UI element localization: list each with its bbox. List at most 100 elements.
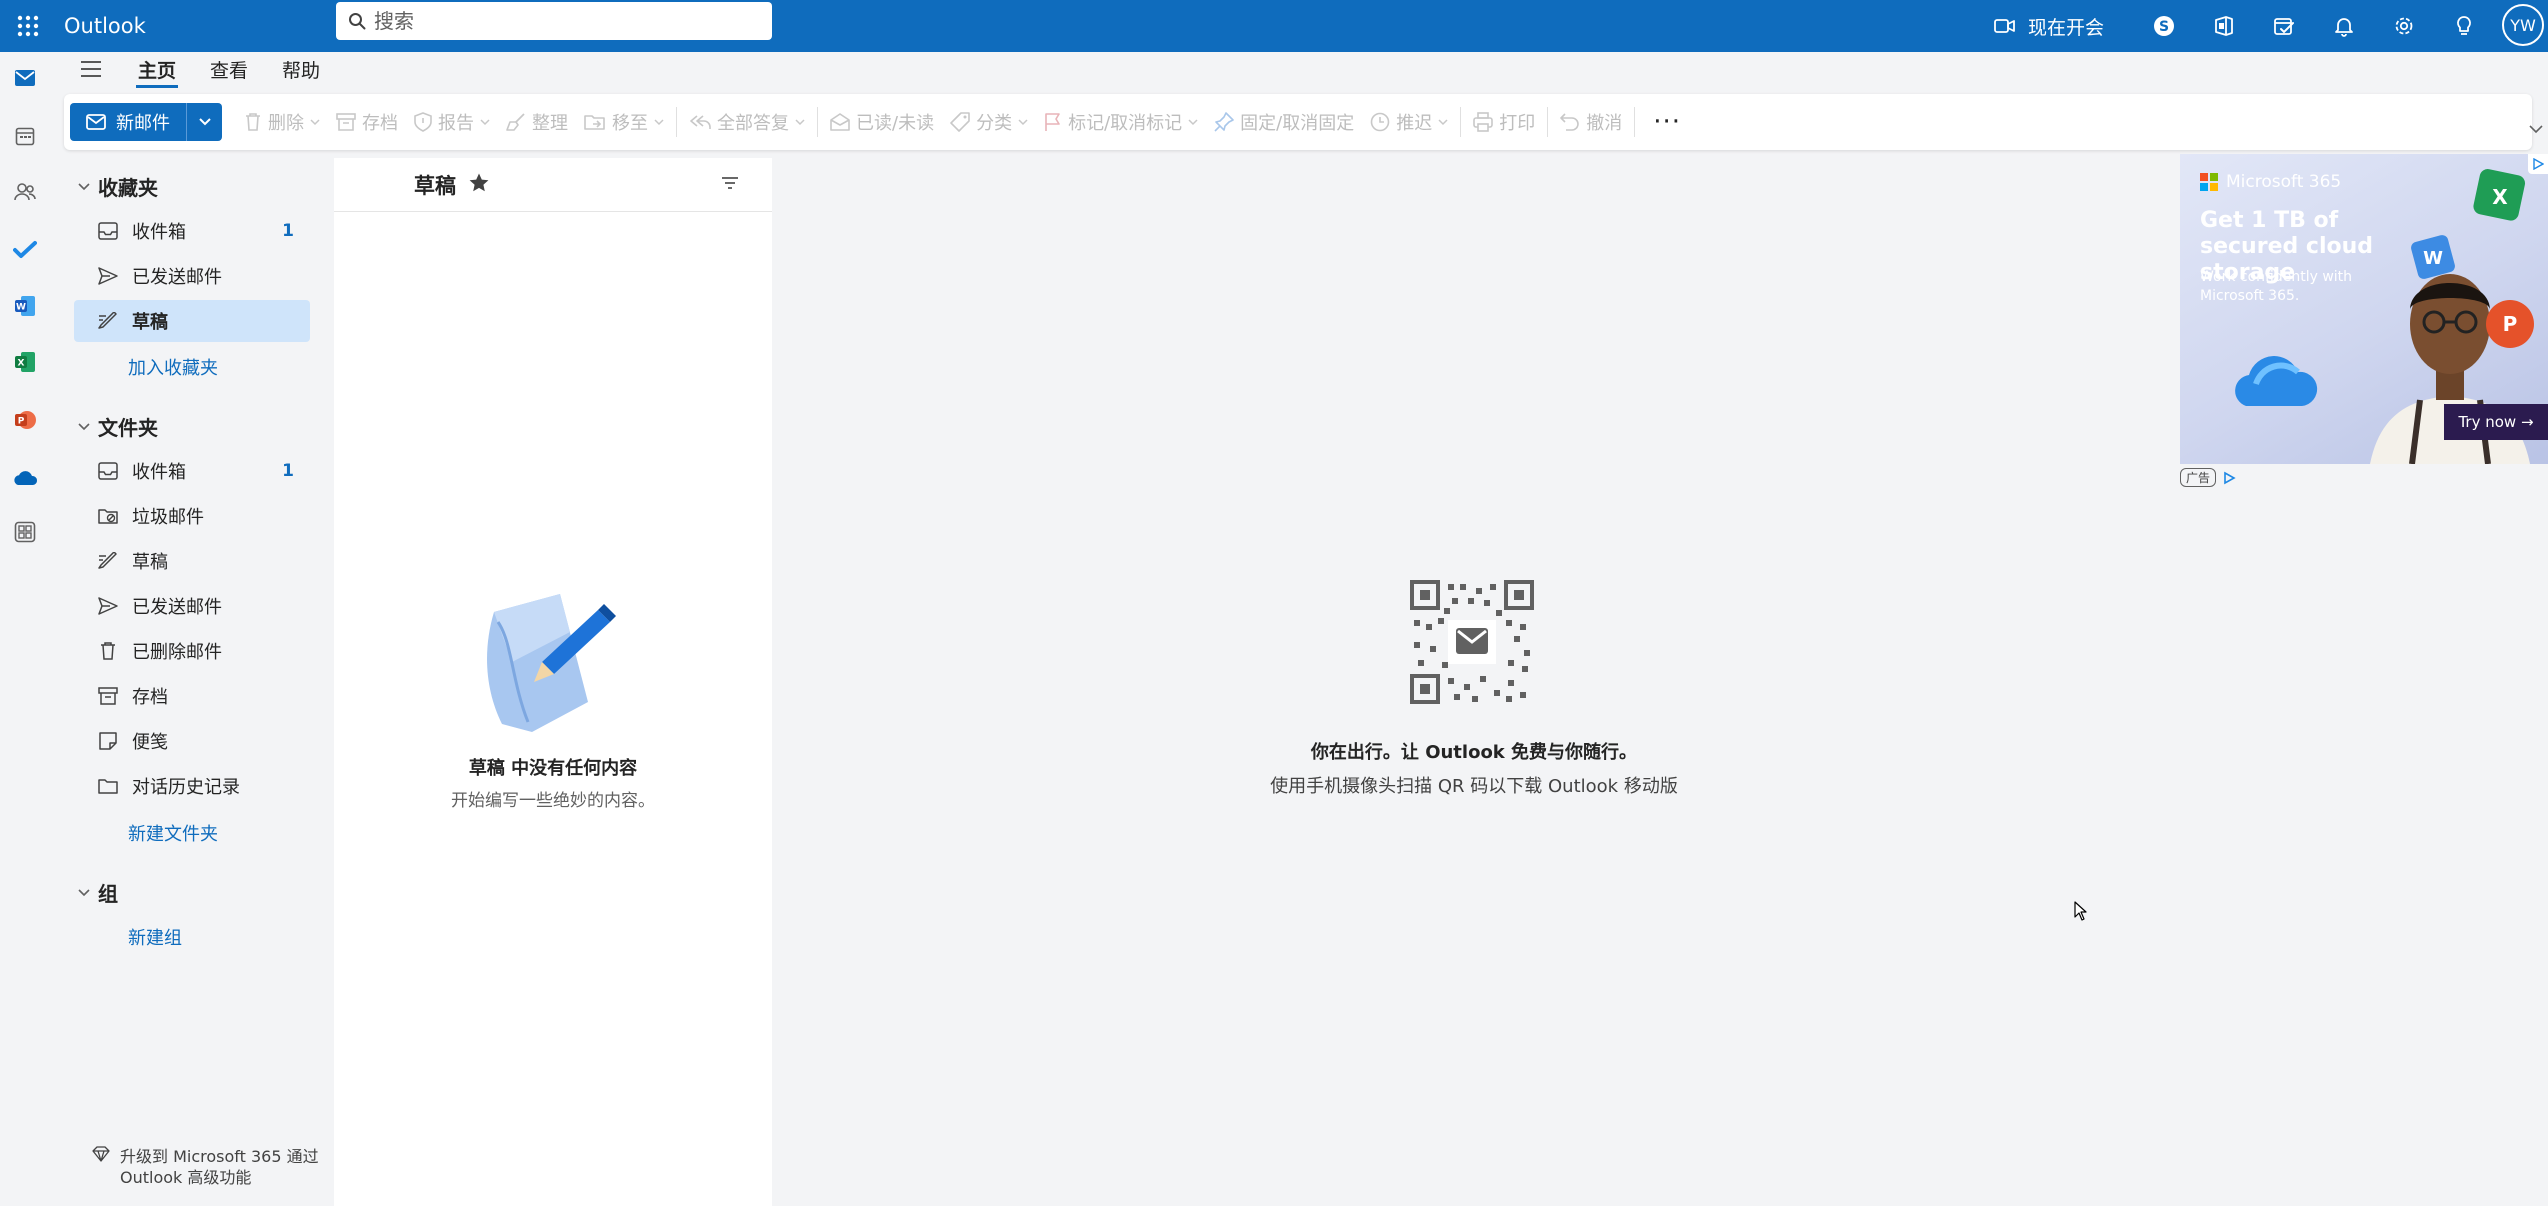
lightbulb-icon[interactable]	[2444, 6, 2484, 46]
ad-powerpoint-tile: P	[2480, 294, 2540, 354]
search-input[interactable]	[374, 9, 772, 33]
item-label: 存档	[132, 687, 168, 708]
unread-count: 1	[282, 221, 294, 241]
ad-try-now-button[interactable]: Try now →	[2444, 404, 2548, 440]
trash-icon	[244, 112, 262, 132]
reply-all-button[interactable]: 全部答复	[681, 102, 813, 142]
empty-state-title: 草稿 中没有任何内容	[468, 758, 638, 779]
chevron-down-icon	[78, 422, 90, 431]
delete-button[interactable]: 删除	[236, 102, 328, 142]
filter-icon[interactable]	[720, 174, 740, 192]
groups-header[interactable]: 组	[78, 878, 118, 907]
ribbon-tabs: 主页 查看 帮助	[56, 52, 2548, 92]
star-icon[interactable]	[468, 172, 490, 194]
folder-item-drafts[interactable]: 草稿	[74, 540, 310, 582]
avatar[interactable]: YW	[2502, 4, 2544, 46]
tab-home[interactable]: 主页	[136, 56, 179, 88]
favorites-header[interactable]: 收藏夹	[78, 172, 158, 201]
mail-icon[interactable]	[7, 60, 43, 96]
gear-icon[interactable]	[2384, 6, 2424, 46]
read-unread-button[interactable]: 已读/未读	[822, 102, 942, 142]
sweep-button[interactable]: 整理	[498, 102, 576, 142]
folder-item-junk[interactable]: 垃圾邮件	[74, 495, 310, 537]
more-options-button[interactable]: ···	[1639, 102, 1695, 142]
mouse-cursor-icon	[2074, 901, 2088, 921]
new-mail-dropdown[interactable]	[186, 103, 222, 141]
chevron-down-icon	[654, 118, 664, 126]
broom-icon	[506, 112, 526, 132]
meet-now-button[interactable]: 现在开会	[1994, 6, 2104, 46]
svg-text:X: X	[2492, 185, 2508, 209]
chevron-down-icon	[78, 182, 90, 191]
folder-item-notes[interactable]: 便笺	[74, 720, 310, 762]
people-icon[interactable]	[7, 174, 43, 210]
new-group-link[interactable]: 新建组	[128, 924, 182, 950]
print-button[interactable]: 打印	[1465, 102, 1543, 142]
flag-button[interactable]: 标记/取消标记	[1036, 102, 1206, 142]
add-to-favorites-link[interactable]: 加入收藏夹	[128, 354, 218, 380]
chevron-down-icon	[78, 888, 90, 897]
folder-item-archive[interactable]: 存档	[74, 675, 310, 717]
more-apps-icon[interactable]	[7, 514, 43, 550]
folder-item-sent[interactable]: 已发送邮件	[74, 585, 310, 627]
printer-icon	[1473, 112, 1494, 132]
qr-code-icon[interactable]	[1410, 580, 1534, 704]
categorize-button[interactable]: 分类	[942, 102, 1036, 142]
shield-icon	[414, 112, 432, 132]
favorites-item-sent[interactable]: 已发送邮件	[74, 255, 310, 297]
new-folder-link[interactable]: 新建文件夹	[128, 820, 218, 846]
item-label: 收件箱	[132, 222, 186, 243]
favorites-item-drafts[interactable]: 草稿	[74, 300, 310, 342]
ad-subtext: Work confidently with Microsoft 365.	[2200, 269, 2353, 304]
delete-label: 删除	[268, 113, 304, 134]
new-mail-button[interactable]: 新邮件	[70, 103, 186, 141]
move-to-button[interactable]: 移至	[576, 102, 672, 142]
folder-item-deleted[interactable]: 已删除邮件	[74, 630, 310, 672]
pin-label: 固定/取消固定	[1240, 113, 1355, 134]
favorites-item-inbox[interactable]: 收件箱 1	[74, 210, 310, 252]
microsoft-logo-icon	[2200, 173, 2218, 191]
folders-header[interactable]: 文件夹	[78, 412, 158, 441]
chevron-down-icon	[1438, 118, 1448, 126]
advertisement[interactable]: Microsoft 365 Get 1 TB of secured cloud …	[2180, 154, 2548, 464]
archive-button[interactable]: 存档	[328, 102, 406, 142]
ad-word-tile: W	[2410, 234, 2456, 280]
word-icon[interactable]: W	[7, 288, 43, 324]
upgrade-banner[interactable]: 升级到 Microsoft 365 通过 Outlook 高级功能	[92, 1146, 322, 1188]
folder-title: 草稿	[414, 174, 456, 198]
search-box[interactable]	[336, 2, 772, 40]
app-launcher-icon[interactable]	[8, 6, 48, 46]
app-name[interactable]: Outlook	[64, 0, 146, 52]
trash-icon	[96, 641, 120, 661]
clock-icon	[1370, 112, 1390, 132]
folder-icon	[96, 777, 120, 795]
undo-button[interactable]: 撤消	[1552, 102, 1630, 142]
powerpoint-icon[interactable]: P	[7, 402, 43, 438]
hamburger-menu-icon[interactable]	[80, 60, 102, 78]
folder-item-inbox[interactable]: 收件箱 1	[74, 450, 310, 492]
envelope-open-icon	[830, 113, 850, 131]
snooze-button[interactable]: 推迟	[1362, 102, 1456, 142]
move-to-label: 移至	[612, 113, 648, 134]
skype-icon[interactable]: S	[2144, 6, 2184, 46]
svg-text:W: W	[2423, 248, 2443, 269]
tab-view[interactable]: 查看	[208, 56, 250, 83]
folder-move-icon	[584, 113, 606, 131]
excel-icon[interactable]: X	[7, 344, 43, 380]
onedrive-icon[interactable]	[7, 460, 43, 496]
calendar-icon[interactable]	[7, 118, 43, 154]
report-button[interactable]: 报告	[406, 102, 498, 142]
ribbon-collapse-icon[interactable]	[2528, 124, 2544, 134]
todo-icon[interactable]	[7, 232, 43, 268]
bell-icon[interactable]	[2324, 6, 2364, 46]
office-icon[interactable]	[2204, 6, 2244, 46]
my-day-icon[interactable]	[2264, 6, 2304, 46]
tab-help[interactable]: 帮助	[280, 56, 322, 83]
empty-state-subtitle: 开始编写一些绝妙的内容。	[451, 791, 655, 811]
folder-pane: 收藏夹 收件箱 1 已发送邮件 草稿 加入收藏夹 文件夹 收件箱 1 垃圾邮件	[70, 150, 324, 1206]
ad-choices-icon[interactable]	[2222, 471, 2236, 485]
reply-all-label: 全部答复	[717, 113, 789, 134]
pin-button[interactable]: 固定/取消固定	[1206, 102, 1362, 142]
folder-item-conversation-history[interactable]: 对话历史记录	[74, 765, 310, 807]
ad-choices-icon[interactable]	[2528, 154, 2548, 174]
